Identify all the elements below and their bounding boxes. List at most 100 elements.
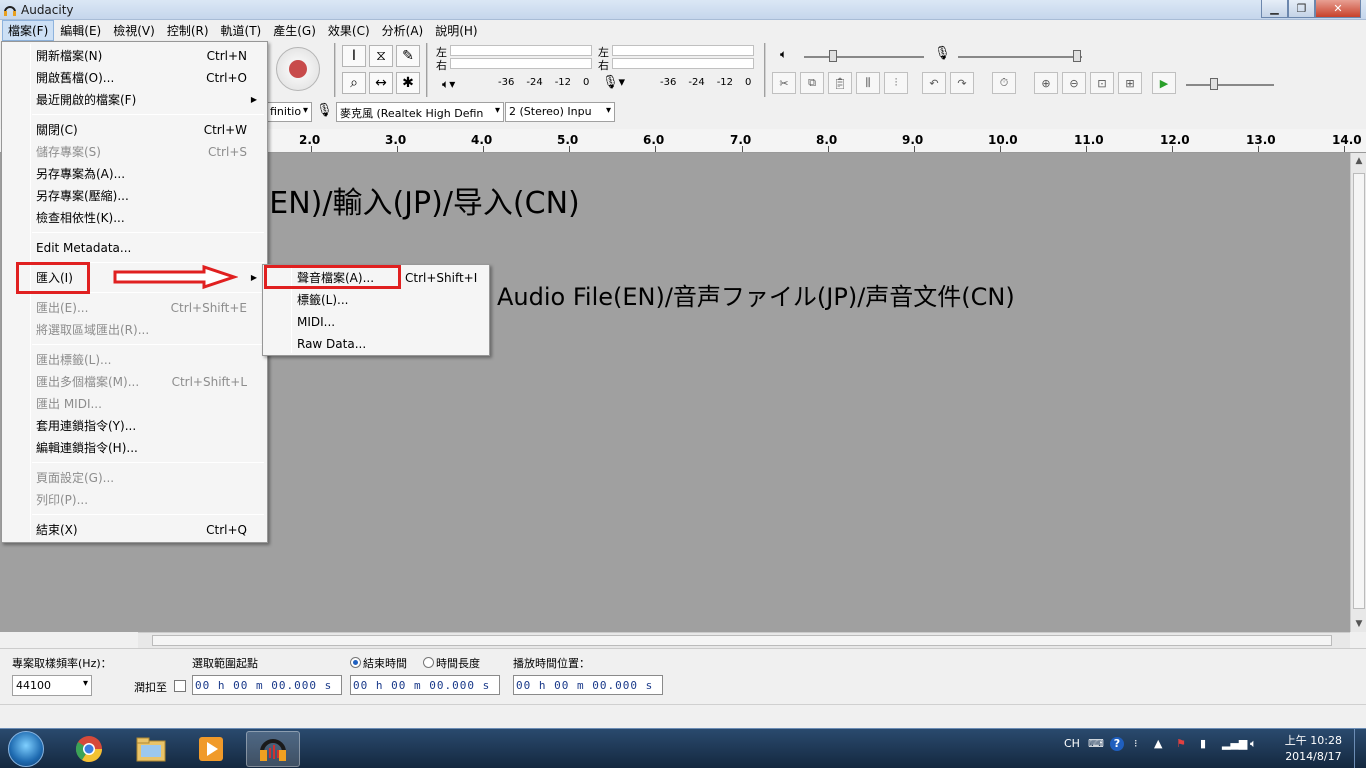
input-device-select[interactable]: 麥克風 (Realtek High Defin xyxy=(336,102,504,122)
zoom-out-icon[interactable]: ⊖ xyxy=(1062,72,1086,94)
maximize-button[interactable]: ❐ xyxy=(1288,0,1315,18)
microphone-icon[interactable]: 🎙︎▾ xyxy=(602,75,625,90)
menu-view[interactable]: 檢視(V) xyxy=(107,20,161,41)
file-menu-item-print[interactable]: 列印(P)... xyxy=(4,489,265,511)
input-channels-select[interactable]: 2 (Stereo) Inpu xyxy=(505,102,615,122)
horizontal-scroll-thumb[interactable] xyxy=(152,635,1332,646)
draw-tool-icon[interactable]: ✎ xyxy=(396,45,420,67)
menu-separator xyxy=(32,114,264,115)
file-menu-item-export-midi[interactable]: 匯出 MIDI... xyxy=(4,393,265,415)
fit-project-icon[interactable]: ⊞ xyxy=(1118,72,1142,94)
audacity-taskbar-icon[interactable] xyxy=(246,731,300,767)
file-menu-item-close[interactable]: 關閉(C) Ctrl+W xyxy=(4,119,265,141)
scroll-down-icon[interactable]: ▼ xyxy=(1351,616,1366,632)
file-menu-item-check-dependencies[interactable]: 檢查相依性(K)... xyxy=(4,207,265,229)
menu-file[interactable]: 檔案(F) xyxy=(2,20,55,41)
output-device-select[interactable]: finitio xyxy=(266,102,312,122)
menu-generate[interactable]: 產生(G) xyxy=(267,20,322,41)
file-menu-item-recent[interactable]: 最近開啟的檔案(F) ▶ xyxy=(4,89,265,111)
keyboard-icon[interactable]: ⌨ xyxy=(1088,737,1104,750)
menu-help[interactable]: 說明(H) xyxy=(429,20,483,41)
playback-position-label: 播放時間位置： xyxy=(513,657,590,670)
input-language-indicator[interactable]: CH xyxy=(1064,737,1080,750)
project-rate-label: 專案取樣頻率(Hz)： xyxy=(12,657,112,670)
media-player-icon[interactable] xyxy=(184,731,238,767)
network-icon[interactable]: ▂▄▆ xyxy=(1222,737,1247,750)
multi-tool-icon[interactable]: ✱ xyxy=(396,72,420,94)
submenu-arrow-icon: ▶ xyxy=(250,95,257,104)
file-menu-item-new[interactable]: 開新檔案(N) Ctrl+N xyxy=(4,45,265,67)
file-menu-item-save-project[interactable]: 儲存專案(S) Ctrl+S xyxy=(4,141,265,163)
import-submenu-item-midi[interactable]: MIDI... xyxy=(265,311,487,333)
speaker-icon[interactable]: 🔈︎▾ xyxy=(442,77,455,92)
file-menu-item-edit-metadata[interactable]: Edit Metadata... xyxy=(4,237,265,259)
power-icon[interactable]: ▮ xyxy=(1200,737,1206,750)
menu-analyze[interactable]: 分析(A) xyxy=(376,20,430,41)
import-submenu-item-raw-data[interactable]: Raw Data... xyxy=(265,333,487,355)
fit-selection-icon[interactable]: ⊡ xyxy=(1090,72,1114,94)
import-submenu-item-labels[interactable]: 標籤(L)... xyxy=(265,289,487,311)
selection-start-time[interactable]: 00 h 00 m 00.000 s xyxy=(192,675,342,695)
volume-icon[interactable]: 🔈︎ xyxy=(1250,737,1257,751)
ruler-tick-mark xyxy=(742,146,743,152)
paste-icon[interactable]: 📋︎ xyxy=(828,72,852,94)
output-volume-slider[interactable] xyxy=(829,50,837,62)
minimize-button[interactable]: ▁ xyxy=(1261,0,1288,18)
explorer-icon[interactable] xyxy=(124,731,178,767)
file-menu-item-edit-chains[interactable]: 編輯連鎖指令(H)... xyxy=(4,437,265,459)
project-rate-select[interactable]: 44100 xyxy=(12,675,92,696)
selection-tool-icon[interactable]: I xyxy=(342,45,366,67)
file-menu-item-export-multiple[interactable]: 匯出多個檔案(M)... Ctrl+Shift+L xyxy=(4,371,265,393)
redo-icon[interactable]: ↷ xyxy=(950,72,974,94)
menu-effect[interactable]: 效果(C) xyxy=(322,20,376,41)
menu-tracks[interactable]: 軌道(T) xyxy=(215,20,268,41)
ime-options-icon[interactable]: ⁝ xyxy=(1134,737,1138,750)
file-menu-item-export[interactable]: 匯出(E)... Ctrl+Shift+E xyxy=(4,297,265,319)
scroll-up-icon[interactable]: ▲ xyxy=(1351,153,1366,169)
copy-icon[interactable]: ⧉ xyxy=(800,72,824,94)
cut-icon[interactable]: ✂ xyxy=(772,72,796,94)
file-menu-item-open[interactable]: 開啟舊檔(O)... Ctrl+O xyxy=(4,67,265,89)
help-icon[interactable]: ? xyxy=(1110,737,1124,751)
show-desktop-button[interactable] xyxy=(1354,729,1366,768)
play-speed-slider[interactable] xyxy=(1210,78,1218,90)
menu-edit[interactable]: 編輯(E) xyxy=(54,20,107,41)
file-menu-item-export-selection[interactable]: 將選取區域匯出(R)... xyxy=(4,319,265,341)
chrome-icon[interactable] xyxy=(62,731,116,767)
selection-end-time[interactable]: 00 h 00 m 00.000 s xyxy=(350,675,500,695)
file-menu-item-apply-chain[interactable]: 套用連鎖指令(Y)... xyxy=(4,415,265,437)
zoom-in-icon[interactable]: ⊕ xyxy=(1034,72,1058,94)
file-menu-item-export-labels[interactable]: 匯出標籤(L)... xyxy=(4,349,265,371)
undo-icon[interactable]: ↶ xyxy=(922,72,946,94)
vertical-scrollbar[interactable]: ▲ ▼ xyxy=(1350,153,1366,632)
input-volume-slider[interactable] xyxy=(1073,50,1081,62)
silence-icon[interactable]: ⫶ xyxy=(884,72,908,94)
length-radio[interactable]: 時間長度 xyxy=(423,655,480,671)
trim-icon[interactable]: ⫼ xyxy=(856,72,880,94)
start-button[interactable] xyxy=(8,731,44,767)
end-time-radio[interactable]: 結束時間 xyxy=(350,655,407,671)
action-center-icon[interactable]: ⚑ xyxy=(1176,737,1186,750)
menu-item-shortcut: Ctrl+Shift+E xyxy=(170,301,247,315)
window-title: Audacity xyxy=(21,3,74,17)
file-menu-item-exit[interactable]: 結束(X) Ctrl+Q xyxy=(4,519,265,541)
vertical-scroll-thumb[interactable] xyxy=(1353,173,1365,609)
timeshift-tool-icon[interactable]: ↔ xyxy=(369,72,393,94)
sync-lock-icon[interactable]: ⏱ xyxy=(992,72,1016,94)
title-bar: Audacity ▁ ❐ ✕ xyxy=(0,0,1366,20)
show-hidden-icons-icon[interactable]: ▲ xyxy=(1154,737,1162,750)
zoom-tool-icon[interactable]: ⌕ xyxy=(342,72,366,94)
menu-item-label: MIDI... xyxy=(297,315,336,329)
file-menu-item-save-compressed[interactable]: 另存專案(壓縮)... xyxy=(4,185,265,207)
snap-to-checkbox[interactable] xyxy=(174,680,186,692)
file-menu-item-save-project-as[interactable]: 另存專案為(A)... xyxy=(4,163,265,185)
system-clock[interactable]: 上午 10:28 2014/8/17 xyxy=(1285,733,1342,765)
envelope-tool-icon[interactable]: ⧖ xyxy=(369,45,393,67)
file-menu-item-page-setup[interactable]: 頁面設定(G)... xyxy=(4,467,265,489)
close-button[interactable]: ✕ xyxy=(1315,0,1361,18)
play-at-speed-icon[interactable]: ▶ xyxy=(1152,72,1176,94)
menu-separator xyxy=(32,344,264,345)
horizontal-scrollbar[interactable] xyxy=(138,632,1350,648)
menu-transport[interactable]: 控制(R) xyxy=(161,20,215,41)
record-button[interactable] xyxy=(276,47,320,91)
